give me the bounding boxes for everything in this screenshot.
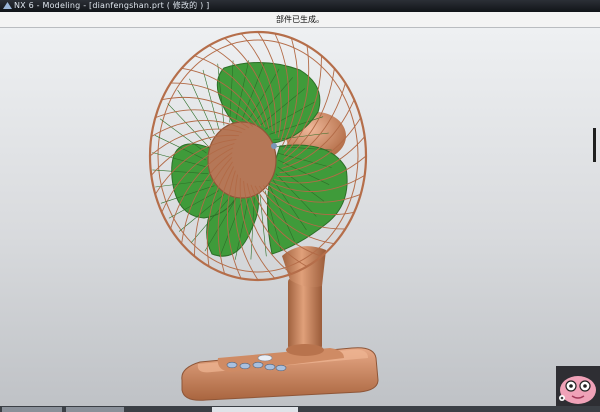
status-message: 部件已生成。 — [276, 15, 324, 24]
fan-base — [181, 347, 379, 401]
status-bar: 部件已生成。 — [0, 12, 600, 28]
window-titlebar: NX 6 - Modeling - [dianfengshan.prt ( 修改… — [0, 0, 600, 12]
mascot-icon — [556, 366, 600, 406]
scroll-marker — [593, 128, 596, 162]
bottom-taskbar — [0, 406, 600, 412]
nx-logo-icon — [3, 2, 12, 9]
graphics-viewport[interactable] — [0, 28, 600, 406]
fan-model[interactable] — [0, 28, 600, 406]
taskbar-tab[interactable] — [66, 407, 124, 412]
taskbar-tab-active[interactable] — [212, 407, 298, 412]
taskbar-tab[interactable] — [2, 407, 62, 412]
window-title: NX 6 - Modeling - [dianfengshan.prt ( 修改… — [14, 1, 210, 10]
fan-stand — [282, 246, 326, 356]
